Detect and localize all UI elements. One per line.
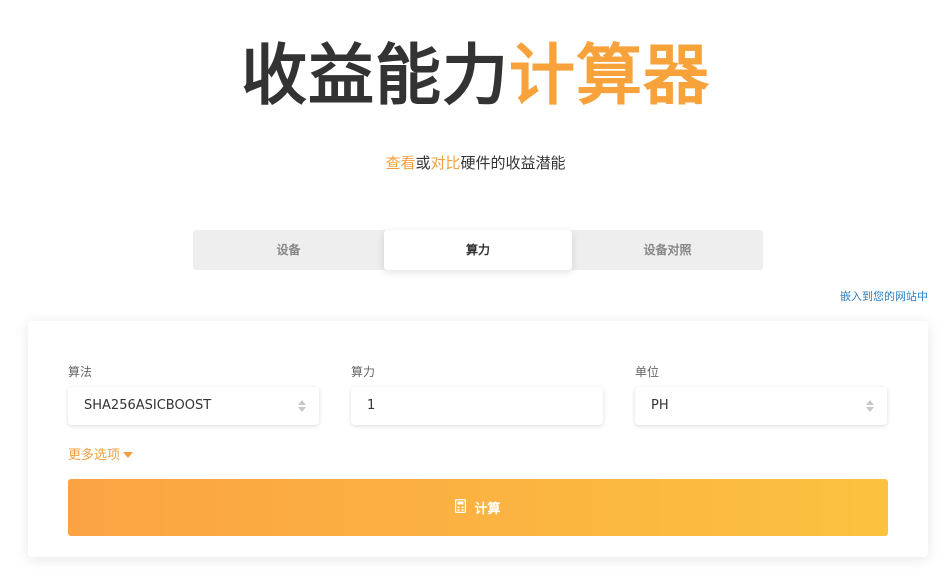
caret-down-icon <box>123 448 134 463</box>
embed-website-link[interactable]: 嵌入到您的网站中 <box>840 288 928 304</box>
hashrate-value: 1 <box>367 398 376 413</box>
subtitle-or: 或 <box>415 154 431 172</box>
page-title-main: 收益能力 <box>241 37 509 114</box>
subtitle-compare: 对比 <box>430 154 461 172</box>
updown-arrows-icon <box>865 399 875 413</box>
unit-select[interactable]: PH <box>635 387 887 425</box>
calculator-card: 算法 SHA256ASICBOOST 算力 1 单位 PH 更多选项 计算 <box>28 321 928 557</box>
subtitle-view: 查看 <box>385 154 416 172</box>
unit-value: PH <box>651 398 669 413</box>
hashrate-input[interactable]: 1 <box>351 387 603 425</box>
hashrate-label: 算力 <box>351 365 376 379</box>
algorithm-select[interactable]: SHA256ASICBOOST <box>68 387 319 425</box>
updown-arrows-icon <box>297 399 307 413</box>
calculator-icon <box>455 498 467 517</box>
unit-label: 单位 <box>635 365 660 379</box>
page-title: 收益能力计算器 <box>0 36 951 116</box>
tab-device-comparison[interactable]: 设备对照 <box>572 230 763 270</box>
more-options-label: 更多选项 <box>68 448 121 463</box>
algorithm-label: 算法 <box>68 365 93 379</box>
tab-devices[interactable]: 设备 <box>193 230 384 270</box>
subtitle-rest: 硬件的收益潜能 <box>460 154 566 172</box>
calculate-label: 计算 <box>474 502 501 517</box>
page-subtitle: 查看或对比硬件的收益潜能 <box>0 152 951 173</box>
mode-tabs: 设备 算力 设备对照 <box>193 230 763 270</box>
tab-hashrate[interactable]: 算力 <box>384 230 572 270</box>
page-title-accent: 计算器 <box>509 37 710 114</box>
profitability-calculator-page: 收益能力计算器 查看或对比硬件的收益潜能 设备 算力 设备对照 嵌入到您的网站中… <box>0 0 951 584</box>
algorithm-value: SHA256ASICBOOST <box>84 398 212 413</box>
more-options-toggle[interactable]: 更多选项 <box>68 444 134 463</box>
calculate-button[interactable]: 计算 <box>68 479 888 536</box>
